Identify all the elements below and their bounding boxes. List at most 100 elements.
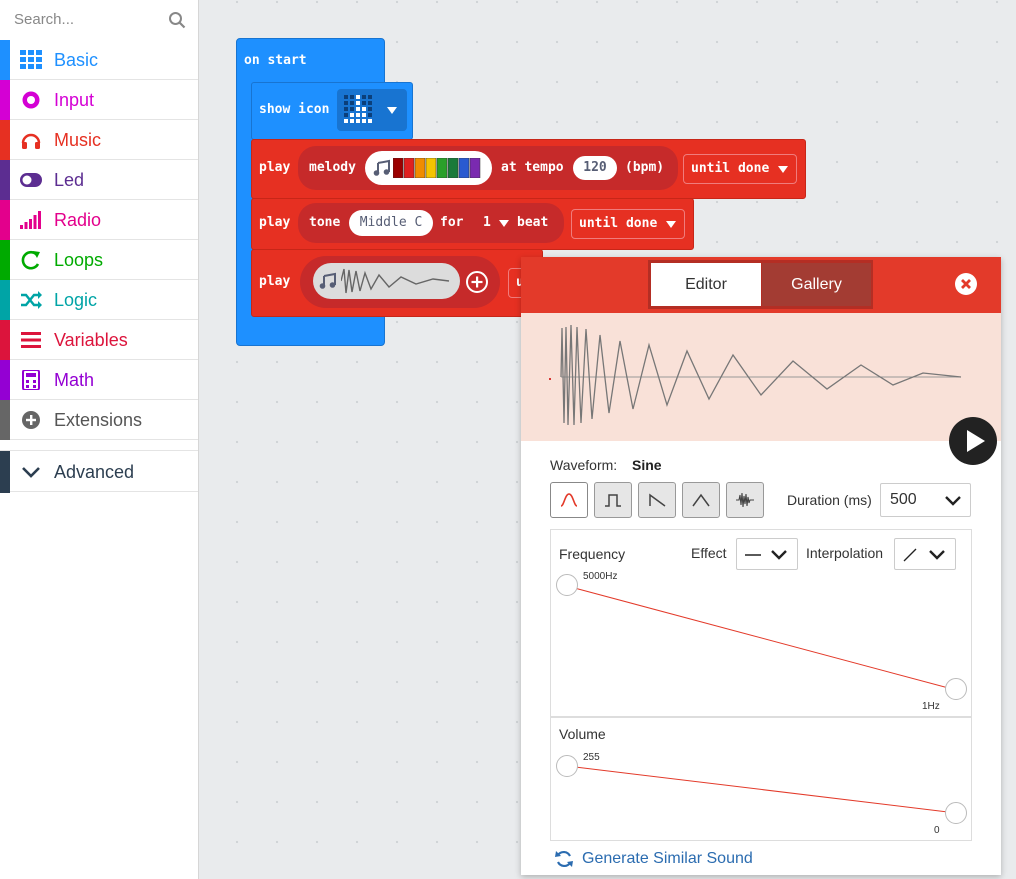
category-loops[interactable]: Loops — [0, 240, 198, 280]
sound-preview-field[interactable] — [313, 263, 460, 299]
search-box[interactable]: Search... — [0, 0, 198, 40]
beat-label: beat — [517, 215, 549, 230]
list-icon — [21, 332, 41, 348]
signal-bars-icon — [20, 211, 41, 229]
category-math[interactable]: Math — [0, 360, 198, 400]
category-basic[interactable]: Basic — [0, 40, 198, 80]
caret-down-icon — [499, 220, 509, 227]
melody-editor-field[interactable] — [365, 151, 492, 185]
play-label: play — [259, 215, 291, 230]
category-logic[interactable]: Logic — [0, 280, 198, 320]
triangle-wave-icon — [692, 493, 710, 507]
tab-gallery[interactable]: Gallery — [762, 263, 871, 306]
add-sound-icon[interactable] — [466, 271, 488, 293]
category-music[interactable]: Music — [0, 120, 198, 160]
show-icon-label: show icon — [259, 102, 330, 117]
melody-label: melody — [309, 160, 356, 175]
calculator-icon — [22, 370, 40, 390]
volume-start-handle[interactable] — [556, 755, 578, 777]
waveform-sine-button[interactable] — [550, 482, 588, 518]
vol-end-label: 0 — [934, 825, 940, 836]
category-stripe — [0, 360, 10, 400]
waveform-noise-button[interactable] — [726, 482, 764, 518]
volume-envelope-line — [566, 765, 957, 814]
waveform-thumbnail-icon — [341, 268, 450, 294]
until-done-dropdown[interactable]: until done — [571, 209, 685, 239]
category-variables[interactable]: Variables — [0, 320, 198, 360]
frequency-end-handle[interactable] — [945, 678, 967, 700]
search-icon[interactable] — [168, 11, 186, 29]
volume-panel: Volume 255 0 — [550, 717, 972, 841]
category-stripe — [0, 320, 10, 360]
waveform-triangle-button[interactable] — [682, 482, 720, 518]
category-stripe — [0, 40, 10, 80]
close-icon[interactable] — [955, 273, 977, 295]
sawtooth-wave-icon — [649, 493, 666, 507]
frequency-envelope-line — [566, 585, 957, 691]
beat-value-dropdown[interactable]: 1 — [483, 215, 491, 230]
waveform-preview — [521, 313, 1001, 441]
freq-end-label: 1Hz — [922, 701, 940, 712]
search-input[interactable]: Search... — [14, 11, 74, 28]
category-extensions[interactable]: Extensions — [0, 400, 198, 440]
freq-start-label: 5000Hz — [583, 571, 618, 582]
play-label: play — [259, 274, 291, 289]
waveform-square-button[interactable] — [594, 482, 632, 518]
editor-header: Editor Gallery — [521, 257, 1001, 313]
generate-label: Generate Similar Sound — [582, 850, 753, 867]
toggle-icon — [20, 173, 42, 187]
play-button[interactable] — [949, 417, 997, 465]
generate-similar-button[interactable]: Generate Similar Sound — [554, 848, 774, 870]
at-tempo-label: at tempo — [501, 160, 564, 175]
category-led[interactable]: Led — [0, 160, 198, 200]
sound-editor-panel: Editor Gallery Waveform: Sine Duration (… — [521, 257, 1001, 875]
target-icon — [22, 91, 40, 109]
category-label: Advanced — [54, 462, 135, 482]
waveform-value: Sine — [632, 457, 662, 473]
category-stripe — [0, 240, 10, 280]
category-stripe — [0, 80, 10, 120]
until-done-label: until done — [579, 216, 658, 231]
note-field[interactable]: Middle C — [349, 210, 433, 236]
category-label: Math — [54, 370, 95, 390]
category-label: Led — [54, 170, 85, 190]
sine-wave-icon — [560, 493, 578, 507]
category-stripe — [0, 400, 10, 440]
category-label: Basic — [54, 50, 99, 70]
duration-label: Duration (ms) — [787, 492, 872, 508]
category-label: Loops — [54, 250, 104, 270]
frequency-panel: Frequency Effect Interpolation 5000Hz 1H… — [550, 529, 972, 717]
waveform-graph — [549, 324, 962, 426]
refresh-icon — [21, 250, 40, 270]
until-done-dropdown[interactable]: until done — [683, 154, 797, 184]
tempo-input[interactable]: 120 — [573, 156, 617, 180]
category-stripe — [0, 451, 10, 493]
category-label: Extensions — [54, 410, 143, 430]
category-advanced[interactable]: Advanced — [0, 450, 198, 493]
category-label: Variables — [54, 330, 128, 350]
category-input[interactable]: Input — [0, 80, 198, 120]
noise-wave-icon — [736, 492, 754, 508]
icon-picker[interactable] — [337, 89, 407, 131]
grid-icon — [20, 50, 42, 69]
volume-end-handle[interactable] — [945, 802, 967, 824]
music-note-icon — [319, 272, 336, 289]
for-label: for — [440, 215, 464, 230]
melody-preview-icon — [393, 158, 481, 178]
waveform-label: Waveform: — [550, 457, 618, 473]
category-radio[interactable]: Radio — [0, 200, 198, 240]
duration-select[interactable]: 500 — [880, 483, 971, 517]
led-grid-icon — [344, 95, 372, 123]
caret-down-icon — [778, 166, 788, 173]
chevron-down-icon — [22, 467, 40, 478]
bpm-label: (bpm) — [625, 160, 665, 175]
waveform-sawtooth-button[interactable] — [638, 482, 676, 518]
play-label: play — [259, 160, 291, 175]
until-done-label: until done — [691, 161, 770, 176]
caret-down-icon — [666, 221, 676, 228]
refresh-icon — [555, 850, 573, 868]
category-label: Input — [54, 90, 95, 110]
caret-down-icon — [387, 107, 397, 114]
frequency-start-handle[interactable] — [556, 574, 578, 596]
tab-editor[interactable]: Editor — [651, 263, 761, 306]
